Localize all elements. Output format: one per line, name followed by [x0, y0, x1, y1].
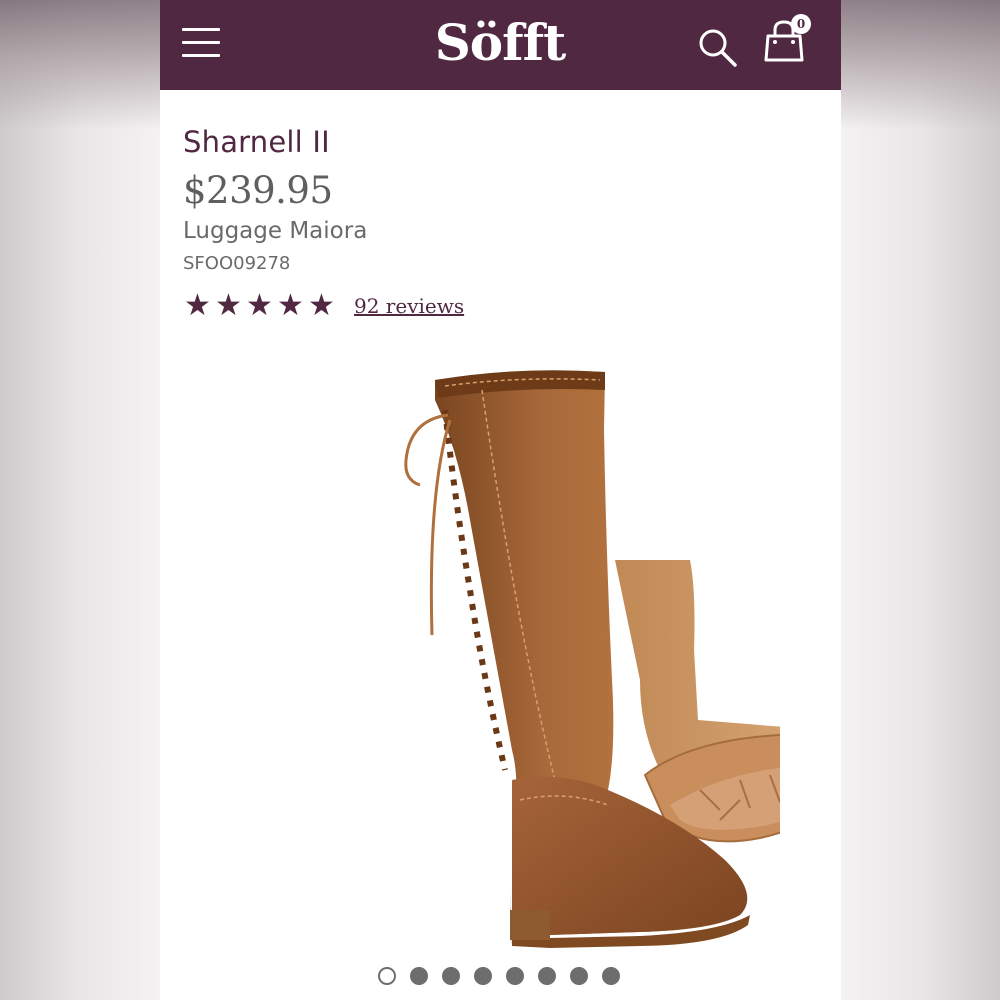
brand-logo[interactable]: Söfft [410, 10, 590, 76]
image-carousel-indicator [378, 967, 628, 989]
cart-count-badge: 0 [791, 14, 811, 34]
carousel-dot[interactable] [442, 967, 460, 985]
product-sku: SFOO09278 [183, 253, 291, 274]
menu-icon[interactable] [182, 26, 220, 60]
carousel-dot[interactable] [506, 967, 524, 985]
product-image[interactable] [220, 350, 780, 960]
carousel-dot[interactable] [474, 967, 492, 985]
star-icon: ★ [308, 288, 335, 323]
star-icon: ★ [215, 288, 242, 323]
carousel-dot[interactable] [378, 967, 396, 985]
search-icon[interactable] [696, 26, 740, 70]
top-navigation-bar: Söfft 0 [160, 0, 841, 90]
reviews-link[interactable]: 92 reviews [354, 294, 464, 318]
star-icon: ★ [246, 288, 273, 323]
star-icon: ★ [184, 288, 211, 323]
product-color: Luggage Maiora [183, 218, 368, 244]
carousel-dot[interactable] [570, 967, 588, 985]
product-price: $239.95 [183, 169, 333, 212]
product-page: Söfft 0 Sharnell II $239.95 Luggage Maio… [160, 0, 841, 1000]
star-icon: ★ [277, 288, 304, 323]
carousel-dot[interactable] [602, 967, 620, 985]
carousel-dot[interactable] [410, 967, 428, 985]
carousel-dot[interactable] [538, 967, 556, 985]
product-title: Sharnell II [183, 125, 330, 159]
